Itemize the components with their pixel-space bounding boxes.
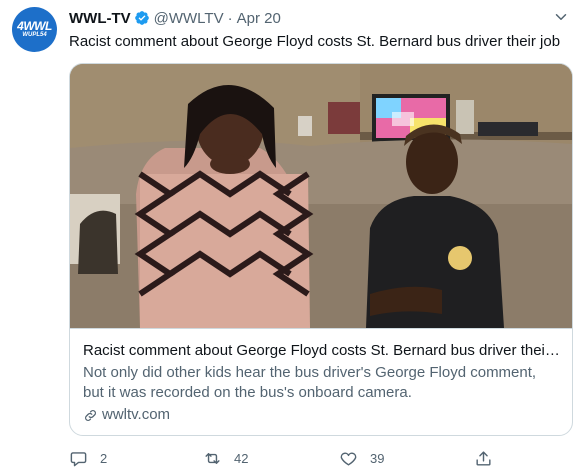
card-body[interactable]: Racist comment about George Floyd costs … (70, 328, 572, 425)
account-avatar[interactable]: 4WWL WUPL54 (12, 7, 57, 52)
account-handle[interactable]: @WWLTV (154, 10, 224, 27)
reply-icon (70, 452, 87, 467)
card-description: Not only did other kids hear the bus dri… (83, 364, 537, 401)
header-separator: · (227, 9, 233, 27)
reply-count: 2 (100, 451, 108, 466)
like-icon (340, 452, 357, 466)
link-icon (85, 409, 96, 421)
card-domain: wwltv.com (83, 405, 560, 425)
card-title: Racist comment about George Floyd costs … (83, 342, 560, 359)
retweet-button[interactable]: 42 (203, 449, 248, 468)
like-button[interactable]: 39 (339, 449, 384, 468)
tweet-actions: 2 42 39 (69, 449, 509, 469)
avatar-logo-text: 4WWL (17, 19, 52, 33)
card-domain-text: wwltv.com (102, 406, 171, 423)
avatar-logo-subtext: WUPL54 (22, 32, 47, 38)
tweet-header: WWL-TV @WWLTV · Apr 20 (69, 8, 281, 28)
reply-button[interactable]: 2 (69, 449, 107, 468)
retweet-count: 42 (234, 451, 249, 466)
retweet-icon (205, 453, 220, 464)
tweet-date[interactable]: Apr 20 (237, 10, 281, 27)
tweet-text: Racist comment about George Floyd costs … (69, 33, 561, 50)
share-button[interactable] (474, 449, 493, 468)
more-caret-icon[interactable] (552, 8, 570, 26)
like-count: 39 (370, 451, 385, 466)
verified-icon (134, 11, 149, 25)
card-image[interactable] (70, 64, 572, 328)
share-icon (476, 451, 491, 466)
display-name[interactable]: WWL-TV (69, 10, 131, 27)
link-card[interactable]: Racist comment about George Floyd costs … (69, 63, 573, 436)
